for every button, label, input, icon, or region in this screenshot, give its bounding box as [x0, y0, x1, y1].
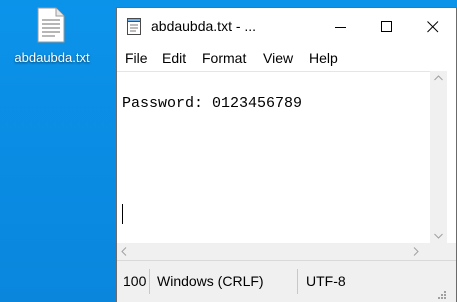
status-line-ending: Windows (CRLF) [157, 273, 264, 289]
text-editor[interactable]: Password: 0123456789 [117, 71, 430, 244]
menu-help[interactable]: Help [309, 50, 338, 66]
scroll-down-icon[interactable] [434, 233, 443, 239]
vertical-scrollbar[interactable] [430, 71, 447, 243]
menu-view[interactable]: View [263, 50, 293, 66]
menu-format[interactable]: Format [202, 50, 246, 66]
desktop-file-icon[interactable]: abdaubda.txt [2, 4, 102, 74]
editor-content: Password: 0123456789 [122, 95, 303, 112]
status-divider [297, 269, 298, 294]
menu-bar: File Edit Format View Help [117, 46, 456, 70]
scroll-up-icon[interactable] [434, 75, 443, 81]
menu-file[interactable]: File [125, 50, 148, 66]
status-divider [149, 269, 150, 294]
desktop-file-label: abdaubda.txt [14, 50, 90, 65]
menu-edit[interactable]: Edit [162, 50, 186, 66]
scroll-left-icon[interactable] [121, 247, 127, 256]
status-bar: 100 Windows (CRLF) UTF-8 [117, 260, 456, 302]
title-bar[interactable]: abdaubda.txt - ... [117, 8, 456, 46]
minimize-icon [335, 27, 346, 28]
maximize-button[interactable] [364, 8, 410, 46]
scroll-right-icon[interactable] [413, 247, 419, 256]
text-caret [122, 204, 123, 224]
notepad-window: abdaubda.txt - ... File Edit Format View… [116, 7, 457, 302]
text-file-icon [37, 7, 65, 43]
close-button[interactable] [410, 8, 456, 46]
scroll-corner [430, 243, 456, 260]
minimize-button[interactable] [318, 8, 364, 46]
window-title: abdaubda.txt - ... [151, 18, 257, 34]
maximize-icon [381, 21, 392, 32]
horizontal-scrollbar[interactable] [117, 243, 430, 260]
resize-grip-icon[interactable] [437, 290, 447, 300]
status-encoding: UTF-8 [306, 273, 346, 289]
close-icon [427, 21, 439, 33]
status-zoom: 100 [123, 273, 147, 289]
notepad-app-icon [127, 18, 141, 35]
